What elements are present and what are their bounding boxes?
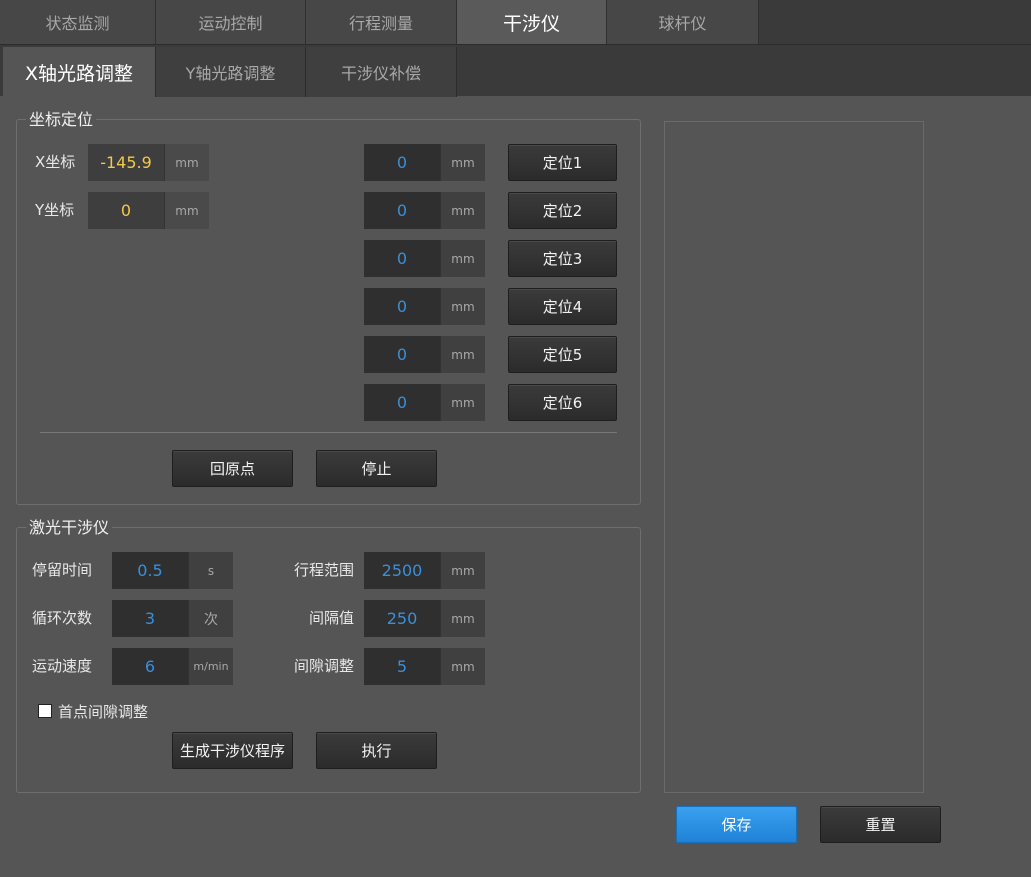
coord-divider — [40, 432, 617, 433]
laser-group-title: 激光干涉仪 — [26, 518, 113, 538]
position-1-input[interactable]: 0 — [364, 144, 440, 181]
locate-5-button[interactable]: 定位5 — [508, 336, 617, 373]
locate-1-button[interactable]: 定位1 — [508, 144, 617, 181]
dwell-input[interactable]: 0.5 — [112, 552, 188, 589]
interval-unit: mm — [440, 600, 485, 637]
cycles-input[interactable]: 3 — [112, 600, 188, 637]
x-coord-value: -145.9 — [88, 144, 164, 181]
backlash-input[interactable]: 5 — [364, 648, 440, 685]
first-point-backlash-checkbox[interactable] — [38, 704, 52, 718]
save-button[interactable]: 保存 — [676, 806, 797, 843]
tab-interferometer[interactable]: 干涉仪 — [457, 0, 607, 44]
coord-group-title: 坐标定位 — [26, 110, 97, 130]
speed-label: 运动速度 — [32, 657, 93, 675]
tab-status-monitor[interactable]: 状态监测 — [0, 0, 156, 44]
subtab-y-axis-optics[interactable]: Y轴光路调整 — [156, 47, 306, 97]
dwell-label: 停留时间 — [32, 561, 93, 579]
subtab-x-axis-optics[interactable]: X轴光路调整 — [3, 47, 156, 97]
position-3-unit: mm — [440, 240, 485, 277]
position-6-unit: mm — [440, 384, 485, 421]
stop-button[interactable]: 停止 — [316, 450, 437, 487]
dwell-unit: s — [188, 552, 233, 589]
backlash-label: 间隙调整 — [293, 657, 354, 675]
range-label: 行程范围 — [293, 561, 354, 579]
cycles-label: 循环次数 — [32, 609, 93, 627]
speed-input[interactable]: 6 — [112, 648, 188, 685]
locate-4-button[interactable]: 定位4 — [508, 288, 617, 325]
cycles-unit: 次 — [188, 600, 233, 637]
y-coord-unit: mm — [164, 192, 209, 229]
position-3-input[interactable]: 0 — [364, 240, 440, 277]
reset-button[interactable]: 重置 — [820, 806, 941, 843]
speed-unit: m/min — [188, 648, 233, 685]
generate-program-button[interactable]: 生成干涉仪程序 — [172, 732, 293, 769]
position-4-input[interactable]: 0 — [364, 288, 440, 325]
y-coord-value: 0 — [88, 192, 164, 229]
interval-label: 间隔值 — [308, 609, 354, 627]
position-5-unit: mm — [440, 336, 485, 373]
locate-2-button[interactable]: 定位2 — [508, 192, 617, 229]
position-2-input[interactable]: 0 — [364, 192, 440, 229]
locate-3-button[interactable]: 定位3 — [508, 240, 617, 277]
range-unit: mm — [440, 552, 485, 589]
y-coord-label: Y坐标 — [35, 201, 75, 219]
position-2-unit: mm — [440, 192, 485, 229]
locate-6-button[interactable]: 定位6 — [508, 384, 617, 421]
backlash-unit: mm — [440, 648, 485, 685]
subtab-interferometer-compensation[interactable]: 干涉仪补偿 — [306, 47, 457, 97]
execute-button[interactable]: 执行 — [316, 732, 437, 769]
tab-motion-control[interactable]: 运动控制 — [156, 0, 306, 44]
top-tab-bar: 状态监测 运动控制 行程测量 干涉仪 球杆仪 — [0, 0, 1031, 44]
x-coord-unit: mm — [164, 144, 209, 181]
position-1-unit: mm — [440, 144, 485, 181]
x-coord-label: X坐标 — [35, 153, 76, 171]
position-5-input[interactable]: 0 — [364, 336, 440, 373]
interval-input[interactable]: 250 — [364, 600, 440, 637]
tab-ballbar[interactable]: 球杆仪 — [607, 0, 759, 44]
position-6-input[interactable]: 0 — [364, 384, 440, 421]
sub-tab-bar: X轴光路调整 Y轴光路调整 干涉仪补偿 — [0, 44, 1031, 97]
home-button[interactable]: 回原点 — [172, 450, 293, 487]
preview-panel — [664, 121, 924, 793]
range-input[interactable]: 2500 — [364, 552, 440, 589]
position-4-unit: mm — [440, 288, 485, 325]
first-point-backlash-label: 首点间隙调整 — [58, 703, 149, 721]
tab-travel-measure[interactable]: 行程测量 — [306, 0, 457, 44]
